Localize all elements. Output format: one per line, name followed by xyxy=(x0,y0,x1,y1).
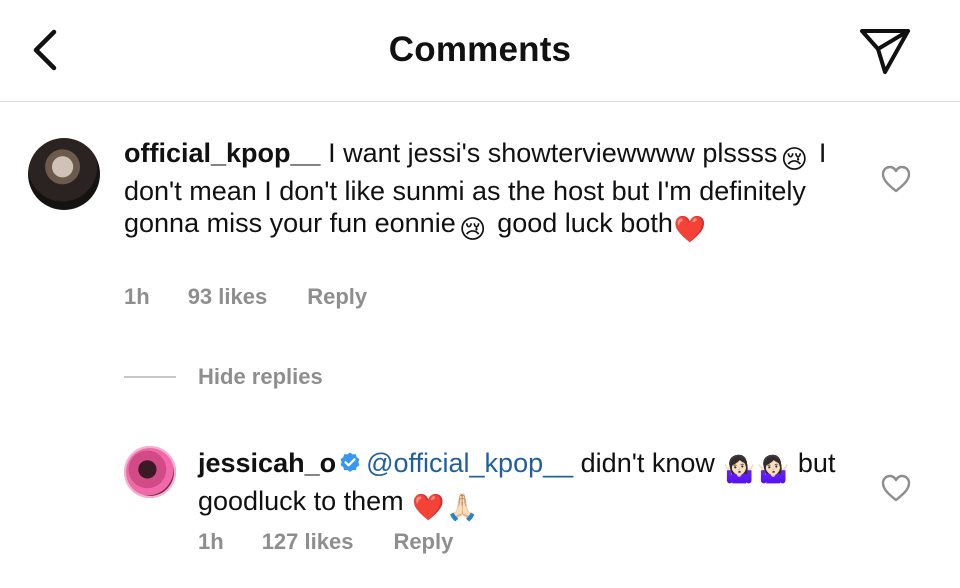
folded-hands-emoji: 🙏🏻 xyxy=(445,492,479,522)
paper-plane-icon xyxy=(860,29,910,74)
hide-replies-label: Hide replies xyxy=(198,364,323,389)
comment-timestamp: 1h xyxy=(124,284,150,309)
comment-timestamp: 1h xyxy=(198,529,224,554)
verified-badge-icon xyxy=(340,452,360,472)
comment-text-segment: I want jessi's showterviewwww plssss xyxy=(320,138,778,168)
reply-body: jessicah_o @official_kpop__ didn't know … xyxy=(198,447,838,523)
comment-username[interactable]: jessicah_o xyxy=(198,448,336,478)
header-bar: Comments xyxy=(0,0,960,102)
heart-outline-icon xyxy=(881,474,911,502)
person-shrugging-emoji: 🤷🏻‍♀️ xyxy=(723,454,756,484)
heart-outline-icon xyxy=(881,165,911,193)
divider-line xyxy=(124,376,176,378)
comment-username[interactable]: official_kpop__ xyxy=(124,138,321,168)
comment-text-segment: didn't know xyxy=(573,448,723,478)
page-title: Comments xyxy=(388,30,572,69)
red-heart-emoji: ❤️ xyxy=(673,214,707,244)
like-button[interactable] xyxy=(880,164,912,194)
mention-link[interactable]: @official_kpop__ xyxy=(366,448,573,478)
comment-text-segment: good luck both xyxy=(489,208,673,238)
red-heart-emoji: ❤️ xyxy=(411,492,445,522)
share-button[interactable] xyxy=(858,26,914,76)
comment-likes-count[interactable]: 127 likes xyxy=(262,529,354,555)
crying-face-emoji: 😢 xyxy=(780,144,808,174)
reply-button[interactable]: Reply xyxy=(393,529,453,555)
crying-face-emoji: 😢 xyxy=(459,214,487,244)
avatar[interactable] xyxy=(28,138,100,210)
person-shrugging-emoji: 🤷🏻‍♀️ xyxy=(757,454,790,484)
comment-meta: 1h 93 likes Reply xyxy=(124,284,367,310)
comment-body: official_kpop__ I want jessi's showtervi… xyxy=(124,137,854,245)
like-button[interactable] xyxy=(880,473,912,503)
comment-likes-count[interactable]: 93 likes xyxy=(188,284,268,310)
comment-meta: 1h 127 likes Reply xyxy=(198,529,453,555)
avatar[interactable] xyxy=(124,446,176,498)
reply-button[interactable]: Reply xyxy=(307,284,367,310)
